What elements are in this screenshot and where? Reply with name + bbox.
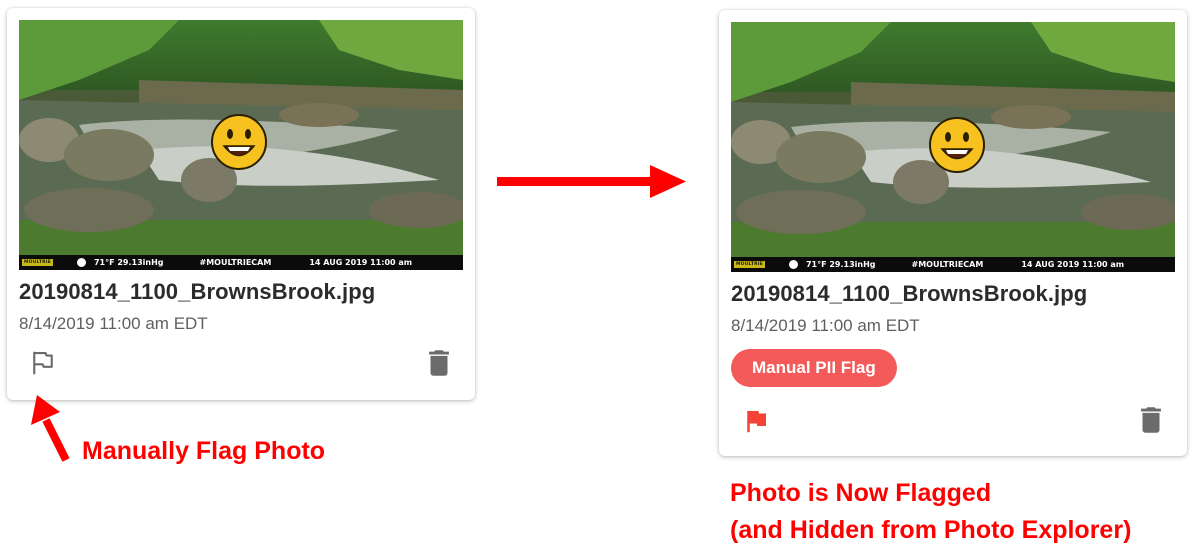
annotation-now-flagged: Photo is Now Flagged (and Hidden from Ph… (730, 475, 1131, 549)
right-arrow (497, 165, 686, 198)
up-arrow (31, 395, 70, 462)
annotation-manually-flag: Manually Flag Photo (82, 437, 326, 465)
annotation-line-2: (and Hidden from Photo Explorer) (730, 516, 1132, 544)
annotation-line-1: Photo is Now Flagged (730, 479, 992, 507)
